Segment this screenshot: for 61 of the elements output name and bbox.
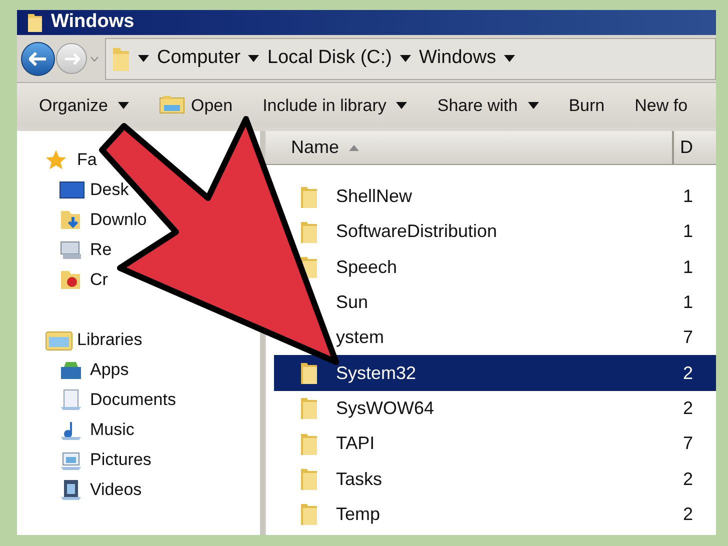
sort-arrow-icon [349,144,360,150]
nav-section-header[interactable]: Libraries [77,327,142,353]
toolbar-button[interactable]: Burn [568,96,605,114]
address-bar[interactable]: Computer Local Disk (C:) Windows [105,38,716,80]
caret-icon[interactable] [528,102,539,108]
window-title: Windows [51,10,134,34]
monitor-icon [59,179,87,201]
file-name[interactable]: SysWOW64 [336,394,434,422]
nav-item[interactable]: Apps [90,357,129,383]
library-icon [45,329,73,351]
toolbar-button[interactable]: Organize [39,96,129,114]
folder-icon [112,46,130,72]
open-folder-icon [158,96,185,114]
name-column-header[interactable]: Name [266,131,674,164]
nav-item[interactable]: Pictures [90,447,152,473]
file-date: 1 [682,291,694,314]
file-name[interactable]: TAPI [336,430,375,458]
file-date: 1 [682,220,694,244]
nav-item[interactable]: Downlo [90,207,147,233]
file-date: 1 [682,256,694,279]
breadcrumb[interactable]: Windows [419,44,496,73]
forward-arrow-icon [64,52,80,64]
file-name[interactable]: Speech [336,254,398,281]
back-arrow-icon [29,52,47,66]
file-name[interactable]: ystem [336,324,384,352]
nav-item[interactable]: Videos [90,477,142,503]
caret-icon[interactable] [400,55,411,62]
toolbar-button[interactable]: Open [158,96,233,114]
nav-item[interactable]: Desk [90,177,129,203]
caret-icon[interactable] [396,102,408,108]
nav-item[interactable]: Re [90,237,112,263]
file-name[interactable]: Tasks [336,466,382,493]
breadcrumb[interactable]: Local Disk (C:) [267,44,392,73]
nav-item[interactable]: Music [90,417,134,443]
caret-icon[interactable] [138,55,149,62]
file-date: 2 [682,468,694,491]
breadcrumb[interactable]: Computer [157,44,240,73]
file-date: 2 [682,362,694,385]
file-name[interactable]: System32 [336,360,416,387]
toolbar-button[interactable]: Include in library [262,96,408,114]
column-header[interactable]: D [674,131,716,164]
toolbar-button[interactable]: New fo [634,96,688,114]
file-name[interactable]: SoftwareDistribution [336,218,498,246]
file-date: 2 [682,502,694,526]
caret-icon[interactable] [248,55,260,62]
back-button[interactable] [21,42,55,76]
file-date: 2 [682,396,694,420]
file-date: 7 [682,432,694,456]
nav-item[interactable]: Cr [90,267,108,293]
nav-section-header[interactable]: Fa [77,147,97,173]
file-date: 1 [682,185,694,208]
file-name[interactable]: Temp [336,500,380,528]
folder-icon [27,12,43,34]
nav-item[interactable]: Documents [90,387,176,413]
selection-highlight[interactable]: System32 2 [274,355,716,391]
file-name[interactable]: ShellNew [336,183,412,210]
caret-icon[interactable] [504,55,516,62]
caret-icon[interactable] [118,102,129,108]
file-date: 7 [682,326,694,350]
file-name[interactable]: Sun [336,289,368,316]
toolbar-button[interactable]: Share with [437,96,539,114]
